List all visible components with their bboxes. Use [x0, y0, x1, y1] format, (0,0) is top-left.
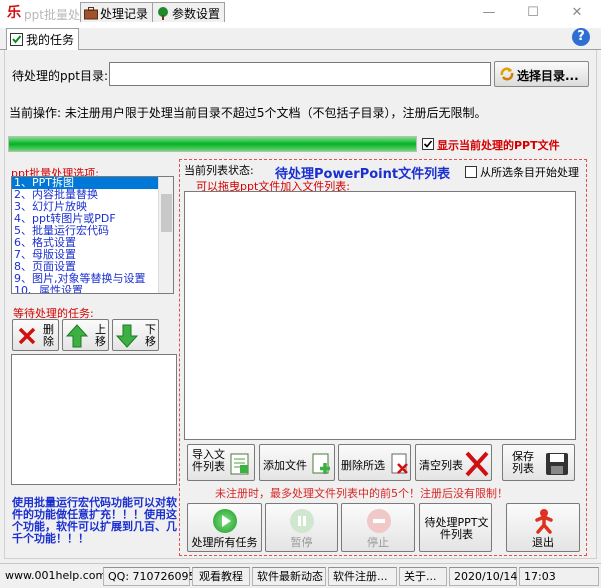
select-directory-button[interactable]: 选择目录... [494, 61, 589, 87]
macro-note: 使用批量运行宏代码功能可以对软件的功能做任意扩充！！！使用这个功能，软件可以扩展… [12, 496, 177, 545]
qq-info: QQ: 710726095 [103, 567, 196, 586]
tab-my-tasks[interactable]: 我的任务 [6, 28, 80, 51]
show-current-file-label: 显示当前处理的PPT文件 [437, 139, 560, 152]
status-date: 2020/10/14 [449, 567, 517, 586]
pause-label: 暂停 [290, 536, 313, 549]
options-scrollbar[interactable] [158, 177, 173, 293]
list-status-label: 当前列表状态: [184, 164, 254, 177]
directory-input[interactable] [109, 62, 491, 86]
current-operation-text: 当前操作: 未注册用户限于处理当前目录不超过5个文档（不包括子目录），注册后无限… [9, 106, 487, 120]
tab-settings[interactable]: 参数设置 [152, 2, 226, 22]
exit-icon [535, 509, 553, 534]
import-icon [230, 453, 249, 475]
status-bar: www.001help.com QQ: 710726095 观看教程 软件最新动… [0, 563, 601, 588]
delete-task-label: 删除 [43, 323, 54, 348]
import-list-label: 导入文件列表 [192, 448, 225, 473]
add-file-icon [312, 453, 330, 474]
website-link[interactable]: www.001help.com [1, 567, 106, 586]
clear-list-label: 清空列表 [419, 459, 463, 472]
arrow-up-icon [66, 324, 88, 348]
save-list-label: 保存列表 [512, 450, 534, 475]
start-from-selected-checkbox[interactable] [465, 166, 477, 178]
progress-fill [9, 137, 416, 151]
delete-file-icon [391, 453, 408, 474]
app-logo-icon: 乐 [7, 5, 21, 21]
process-all-label: 处理所有任务 [191, 536, 258, 549]
watch-tutorial-link[interactable]: 观看教程 [192, 567, 250, 586]
process-all-button[interactable]: 处理所有任务 [187, 503, 262, 552]
briefcase-icon [84, 7, 98, 20]
tab-label: 参数设置 [172, 7, 221, 21]
delete-selected-label: 删除所选 [341, 459, 385, 472]
pause-icon [290, 509, 314, 533]
tree-icon [156, 7, 170, 20]
register-link[interactable]: 软件注册... [328, 567, 397, 586]
checkbox-icon [10, 33, 24, 46]
about-link[interactable]: 关于... [399, 567, 447, 586]
save-disk-icon [546, 453, 568, 475]
maximize-button[interactable]: ☐ [511, 0, 555, 28]
pause-button[interactable]: 暂停 [265, 503, 338, 552]
pending-ppt-list-button[interactable]: 待处理PPT文件列表 [419, 503, 492, 552]
move-down-label: 下移 [145, 323, 156, 348]
file-list[interactable] [184, 191, 576, 440]
exit-button[interactable]: 退出 [506, 503, 580, 552]
status-time: 17:03 [519, 567, 599, 586]
show-current-file-checkbox[interactable] [422, 138, 434, 150]
directory-value [110, 67, 113, 81]
pending-tasks-list[interactable] [11, 354, 177, 485]
stop-label: 停止 [367, 536, 389, 549]
latest-news-link[interactable]: 软件最新动态 [252, 567, 326, 586]
folder-refresh-icon [500, 66, 514, 82]
select-directory-label: 选择目录... [517, 69, 579, 83]
play-icon [213, 509, 237, 533]
move-down-button[interactable]: 下移 [112, 319, 159, 351]
pending-ppt-list-label: 待处理PPT文件列表 [424, 516, 489, 541]
arrow-down-icon [116, 324, 138, 348]
options-listbox[interactable]: 1、PPT拆图 2、内容批量替换 3、幻灯片放映 4、ppt转图片或PDF 5、… [11, 176, 174, 294]
tab-label: 处理记录 [100, 7, 149, 21]
delete-task-button[interactable]: 删除 [12, 319, 59, 351]
list-item[interactable]: 10、属性设置 [12, 285, 158, 294]
move-up-button[interactable]: 上移 [62, 319, 109, 351]
tab-history[interactable]: 处理记录 [80, 2, 154, 22]
help-icon[interactable]: ? [572, 28, 590, 46]
progress-bar [8, 136, 417, 152]
exit-label: 退出 [532, 536, 554, 549]
limit-note: 未注册时，最多处理文件列表中的前5个！注册后没有限制！ [215, 487, 508, 500]
directory-label: 待处理的ppt目录: [12, 69, 108, 83]
add-file-label: 添加文件 [263, 459, 307, 472]
stop-button[interactable]: 停止 [341, 503, 415, 552]
tab-label: 我的任务 [26, 33, 75, 47]
minimize-button[interactable]: — [467, 0, 511, 28]
clear-list-button[interactable]: 清空列表 [415, 444, 492, 481]
delete-selected-button[interactable]: 删除所选 [338, 444, 411, 481]
save-list-button[interactable]: 保存列表 [502, 444, 575, 481]
stop-icon [367, 509, 391, 533]
close-button[interactable]: ✕ [555, 0, 599, 28]
add-file-button[interactable]: 添加文件 [259, 444, 335, 481]
import-list-button[interactable]: 导入文件列表 [187, 444, 255, 481]
delete-icon [18, 327, 36, 345]
scroll-thumb[interactable] [161, 194, 172, 232]
options-list: 1、PPT拆图 2、内容批量替换 3、幻灯片放映 4、ppt转图片或PDF 5、… [12, 177, 158, 294]
move-up-label: 上移 [95, 323, 106, 348]
tab-strip [0, 28, 601, 50]
start-from-selected-label: 从所选条目开始处理 [480, 166, 579, 179]
clear-icon [465, 451, 489, 477]
